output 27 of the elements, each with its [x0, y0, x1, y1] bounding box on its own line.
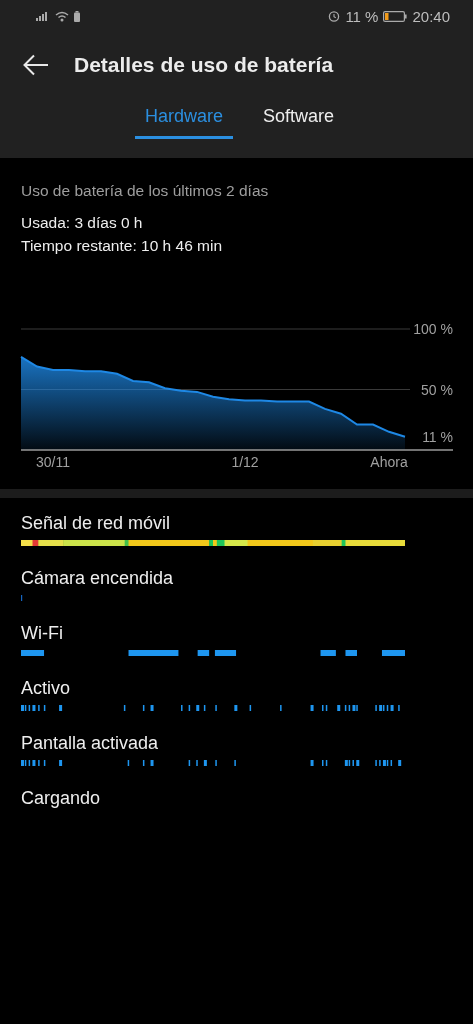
x-axis-label: Ahora: [370, 454, 408, 470]
screen-title: Detalles de uso de batería: [74, 53, 334, 77]
x-axis-label: 30/11: [36, 454, 70, 470]
section-heading: Uso de batería de los últimos 2 días: [21, 182, 270, 200]
timeline-label: Señal de red móvil: [21, 512, 172, 534]
timeline-mark: [21, 595, 23, 601]
status-time: 20:40: [412, 7, 450, 25]
tab[interactable]: Software: [253, 98, 345, 139]
timeline-label: Activo: [21, 677, 72, 699]
battery-saver-icon: [74, 10, 80, 22]
timeline-label: Cámara encendida: [21, 567, 175, 589]
signal-icon: [36, 11, 50, 21]
x-axis-label: 1/12: [231, 454, 259, 470]
y-axis-label: 100 %: [413, 321, 453, 337]
battery-icon: [383, 10, 408, 22]
back-arrow-icon[interactable]: [23, 54, 49, 76]
remaining-time-text: Tiempo restante: 10 h 46 min: [21, 237, 224, 255]
timeline-label: Wi-Fi: [21, 622, 64, 644]
tab[interactable]: Hardware: [134, 98, 233, 139]
timeline-label: Pantalla activada: [21, 732, 160, 754]
timeline-label: Cargando: [21, 787, 102, 809]
alarm-icon: [328, 10, 341, 22]
y-axis-label: 50 %: [421, 381, 453, 398]
wifi-icon: [55, 10, 69, 22]
used-time-text: Usada: 3 días 0 h: [21, 214, 144, 232]
battery-percentage: 11 %: [345, 7, 379, 25]
y-axis-label: 11 %: [422, 428, 453, 445]
